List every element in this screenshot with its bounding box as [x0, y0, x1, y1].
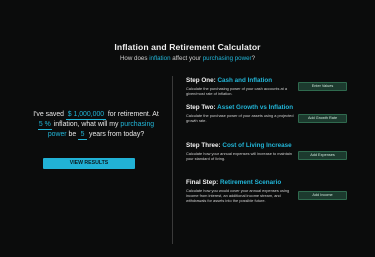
step-two-prefix: Step Two: — [186, 104, 218, 111]
step-one-heading: Step One: Cash and Inflation — [186, 77, 294, 85]
view-results-button[interactable]: VIEW RESULTS — [43, 158, 135, 169]
page-header: Inflation and Retirement Calculator How … — [0, 42, 375, 62]
page-title: Inflation and Retirement Calculator — [114, 42, 261, 52]
subtitle-prefix: How does — [119, 55, 150, 62]
step-one: Step One: Cash and Inflation Calculate t… — [186, 77, 294, 96]
calculator-sentence: I've saved $ 1,000,000 for retirement. A… — [26, 110, 166, 140]
sentence-text-5: years from today? — [87, 131, 145, 138]
step-three-description: Calculate how your annual expenses will … — [186, 150, 292, 161]
step-three-title: Cost of Living Increase — [222, 142, 292, 149]
subtitle-middle: affect your — [170, 55, 203, 62]
subtitle-purchasing-power: purchasing power — [202, 55, 252, 62]
step-three: Step Three: Cost of Living Increase Calc… — [186, 142, 294, 161]
subtitle-inflation: inflation — [149, 55, 171, 62]
inflation-rate-input[interactable]: 5 % — [37, 121, 52, 130]
page-subtitle: How does inflation affect your purchasin… — [0, 55, 375, 62]
step-one-prefix: Step One: — [186, 77, 218, 84]
step-two-title: Asset Growth vs Inflation — [217, 104, 294, 111]
final-step-description: Calculate how you would cover your annua… — [186, 187, 290, 203]
step-three-heading: Step Three: Cost of Living Increase — [186, 142, 294, 150]
sentence-text-4: be — [66, 131, 79, 138]
add-expenses-button[interactable]: Add Expenses — [298, 151, 347, 160]
enter-values-button[interactable]: Enter Values — [298, 82, 347, 91]
step-two-description: Calculate the purchase power of your ass… — [186, 112, 294, 123]
years-input[interactable]: 5 — [78, 131, 88, 140]
step-two-heading: Step Two: Asset Growth vs Inflation — [186, 104, 294, 112]
sentence-text-1: I've saved — [33, 111, 66, 118]
subtitle-suffix: ? — [251, 55, 256, 62]
step-two: Step Two: Asset Growth vs Inflation Calc… — [186, 104, 294, 123]
sentence-text-3: inflation, what will my — [51, 121, 121, 128]
savings-amount-input[interactable]: $ 1,000,000 — [65, 111, 106, 120]
final-step: Final Step: Retirement Scenario Calculat… — [186, 179, 294, 203]
sentence-text-2: for retirement. At — [105, 111, 159, 118]
final-step-heading: Final Step: Retirement Scenario — [186, 179, 294, 187]
highlight-power: power — [47, 131, 67, 138]
final-step-prefix: Final Step: — [186, 179, 220, 186]
step-one-title: Cash and Inflation — [217, 77, 273, 84]
vertical-divider — [172, 76, 173, 244]
step-three-prefix: Step Three: — [186, 142, 223, 149]
highlight-purchasing: purchasing — [120, 121, 155, 128]
step-one-description: Calculate the purchasing power of your c… — [186, 85, 287, 96]
add-income-button[interactable]: Add Income — [298, 191, 347, 200]
add-growth-rate-button[interactable]: Add Growth Rate — [298, 114, 347, 123]
final-step-title: Retirement Scenario — [219, 179, 282, 186]
